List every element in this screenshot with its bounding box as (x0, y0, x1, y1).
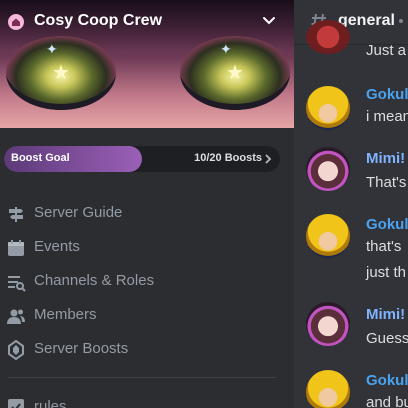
boost-goal-bar[interactable]: Boost Goal 10/20 Boosts (4, 146, 280, 172)
rules-checkbox-icon (8, 399, 24, 408)
nav-label: Channels & Roles (34, 272, 155, 289)
members-icon (7, 309, 25, 324)
channel-label: rules (34, 398, 67, 408)
boost-gem-icon (8, 340, 24, 360)
server-sidebar: ✦ ★ ✦ ★ Cosy Coop Crew Boost Goal 10/20 … (0, 0, 294, 408)
banner-right-eye: ✦ ★ (180, 36, 290, 110)
message-text: Just a (366, 42, 407, 59)
sidebar-divider (8, 377, 276, 378)
message-author[interactable]: Mimi! (366, 150, 405, 167)
message-author[interactable]: Mimi! (366, 306, 405, 323)
message-text: That's (366, 174, 407, 191)
nav-members[interactable]: Members (6, 301, 286, 329)
message-text: Guess (366, 330, 408, 347)
nav-events[interactable]: Events (6, 233, 286, 261)
home-icon (8, 14, 24, 30)
channel-item-rules[interactable]: rules (6, 396, 286, 408)
chevron-right-icon (265, 154, 272, 164)
boost-goal-label: Boost Goal (11, 152, 70, 164)
nav-channels-roles[interactable]: Channels & Roles (6, 267, 286, 295)
nav-label: Events (34, 238, 80, 255)
channel-browse-icon (8, 276, 26, 292)
chat-panel: general Just a Gokulv i mean Mimi! That'… (294, 0, 408, 408)
message-text: i mean (366, 108, 408, 125)
avatar[interactable] (306, 214, 350, 258)
nav-server-boosts[interactable]: Server Boosts (6, 335, 286, 363)
server-name: Cosy Coop Crew (34, 12, 163, 29)
message-text: that's (366, 238, 402, 255)
avatar[interactable] (306, 370, 350, 408)
nav-server-guide[interactable]: Server Guide (6, 199, 286, 227)
nav-label: Server Boosts (34, 340, 129, 357)
server-header[interactable]: Cosy Coop Crew (0, 0, 294, 44)
message-text: and bu (366, 394, 408, 408)
avatar[interactable] (306, 20, 350, 54)
avatar[interactable] (306, 86, 350, 130)
signpost-icon (9, 207, 23, 222)
message-author[interactable]: Gokulv (366, 372, 408, 389)
chevron-down-icon[interactable] (262, 13, 276, 27)
message-author[interactable]: Gokulv (366, 86, 408, 103)
calendar-icon (8, 240, 24, 256)
banner-left-eye: ✦ ★ (6, 36, 116, 110)
nav-label: Server Guide (34, 204, 123, 221)
avatar[interactable] (306, 147, 350, 191)
nav-label: Members (34, 306, 97, 323)
avatar[interactable] (306, 302, 350, 346)
boost-count: 10/20 Boosts (194, 152, 262, 164)
message-text: just th (366, 264, 407, 281)
message-author[interactable]: Gokulv (366, 216, 408, 233)
